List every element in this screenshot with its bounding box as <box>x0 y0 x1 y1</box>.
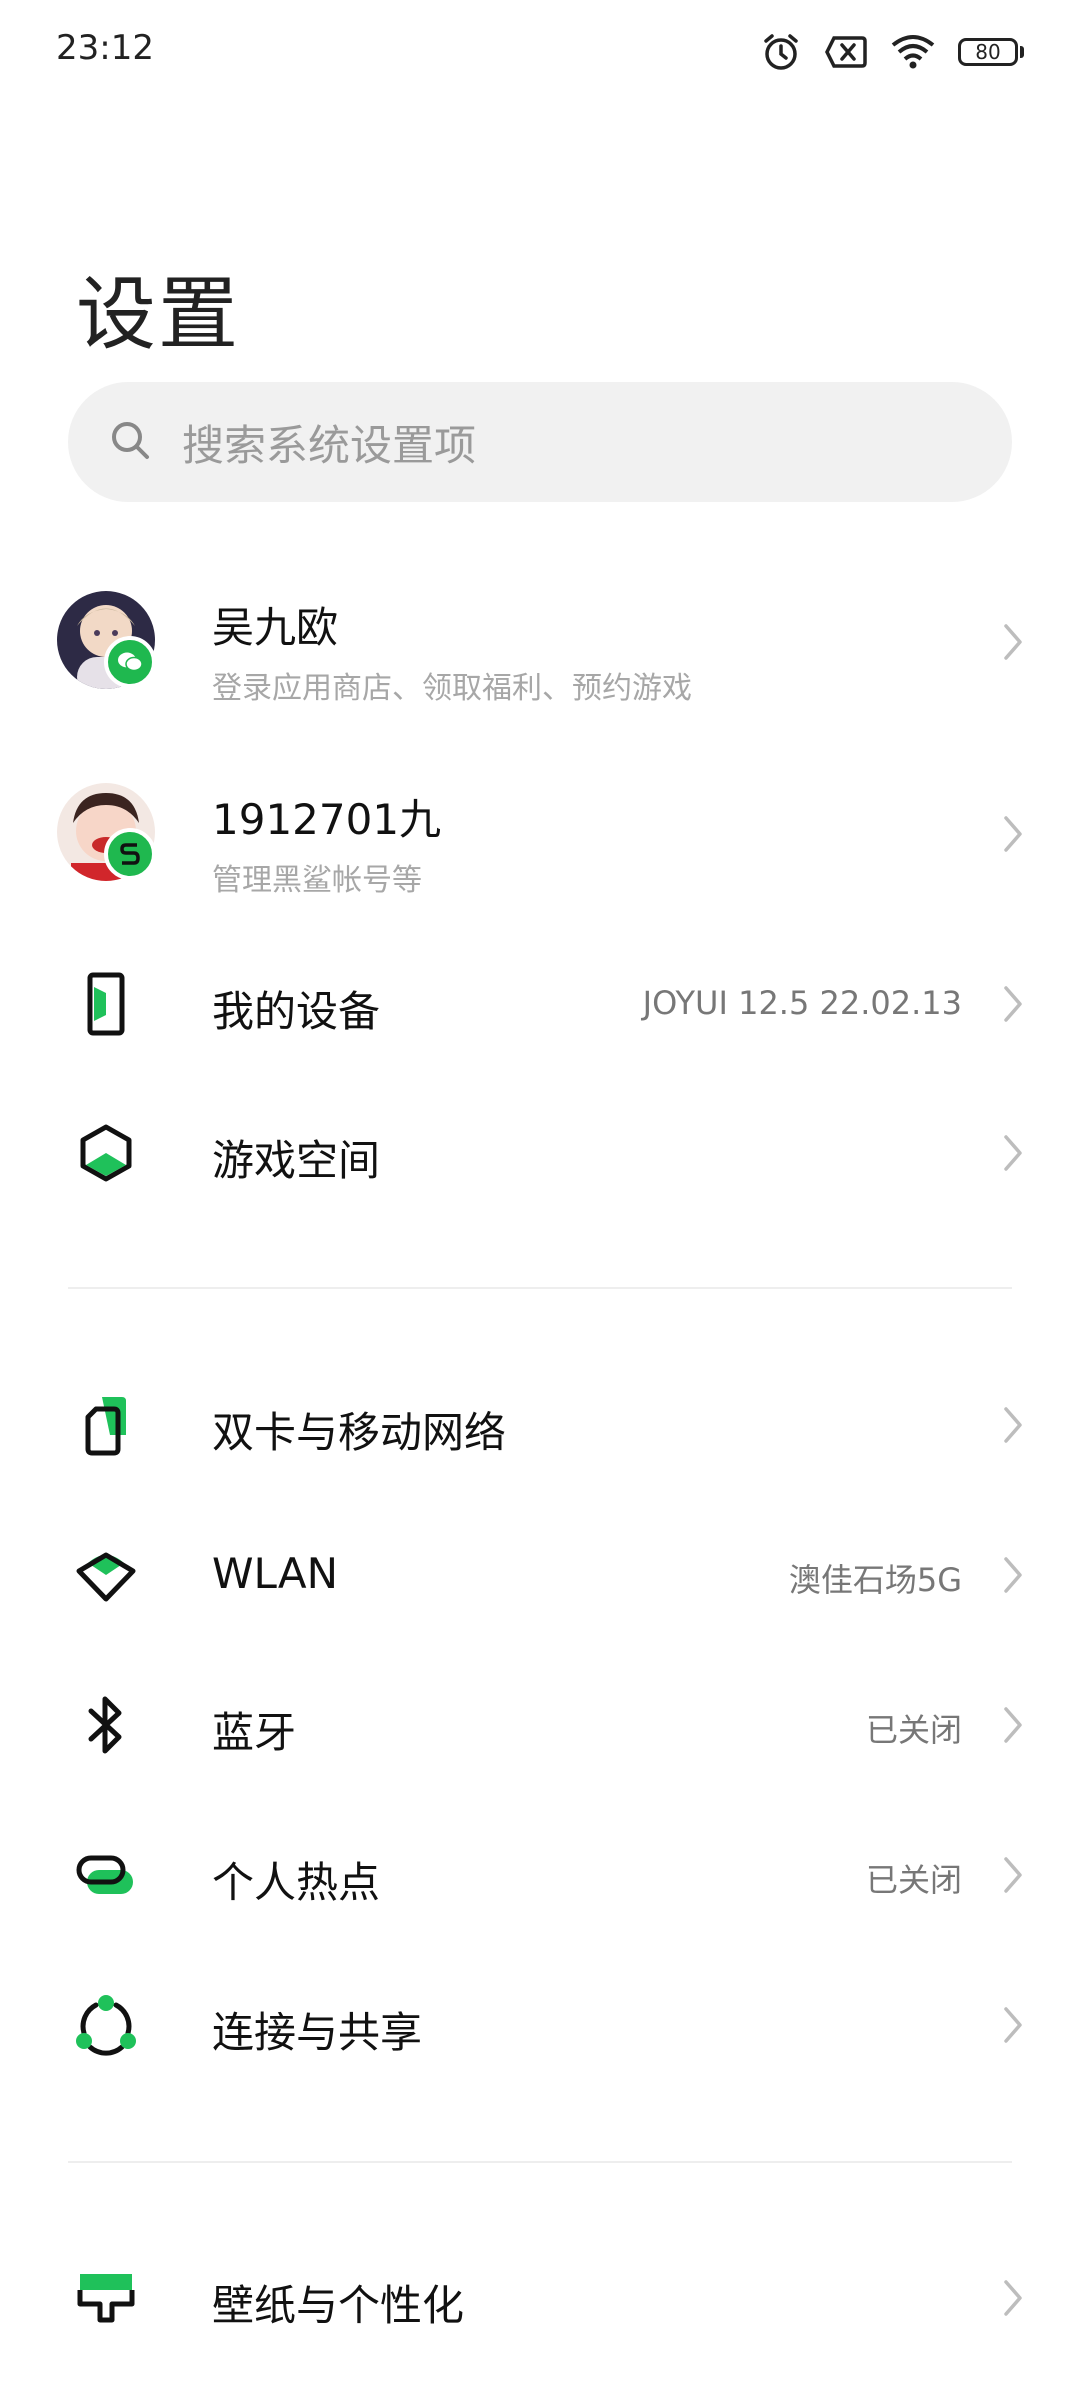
chevron-right-icon <box>1004 1557 1022 1593</box>
chevron-right-icon <box>1004 2007 1022 2043</box>
item-label: 游戏空间 <box>212 1136 381 1185</box>
no-sim-icon <box>824 34 868 70</box>
game-space-icon <box>56 1103 156 1203</box>
page-title: 设置 <box>76 268 240 361</box>
blackshark-icon <box>104 828 156 880</box>
sim-card-icon <box>56 1375 156 1475</box>
chevron-right-icon <box>1004 986 1022 1022</box>
item-value: 已关闭 <box>865 1711 962 1749</box>
wallpaper-row[interactable]: 壁纸与个性化 <box>0 2248 1080 2348</box>
item-value: JOYUI 12.5 22.02.13 <box>642 984 962 1022</box>
item-label: WLAN <box>212 1549 339 1598</box>
account-name: 1912701九 <box>212 795 442 844</box>
item-label: 连接与共享 <box>212 2008 423 2057</box>
game-space-row[interactable]: 游戏空间 <box>0 1103 1080 1203</box>
item-label: 蓝牙 <box>212 1708 297 1757</box>
my-device-row[interactable]: 我的设备 JOYUI 12.5 22.02.13 <box>0 954 1080 1054</box>
search-placeholder: 搜索系统设置项 <box>182 420 477 470</box>
wallpaper-icon <box>56 2248 156 2348</box>
device-icon <box>56 954 156 1054</box>
section-divider <box>68 1287 1012 1289</box>
bluetooth-row[interactable]: 蓝牙 已关闭 <box>0 1675 1080 1775</box>
item-value: 已关闭 <box>865 1861 962 1899</box>
section-divider <box>68 2161 1012 2163</box>
chevron-right-icon <box>1004 2280 1022 2316</box>
connection-share-row[interactable]: 连接与共享 <box>0 1975 1080 2075</box>
chevron-right-icon <box>1004 1707 1022 1743</box>
item-label: 我的设备 <box>212 987 381 1036</box>
status-time: 23:12 <box>56 28 154 68</box>
item-value: 澳佳石场5G <box>788 1561 962 1599</box>
account-name: 吴九欧 <box>212 603 339 652</box>
item-label: 个人热点 <box>212 1858 381 1907</box>
search-icon <box>108 418 152 466</box>
wlan-icon <box>56 1525 156 1625</box>
chevron-right-icon <box>1004 1407 1022 1443</box>
connection-share-icon <box>56 1975 156 2075</box>
account-subtitle: 登录应用商店、领取福利、预约游戏 <box>212 671 692 706</box>
bluetooth-icon <box>56 1675 156 1775</box>
chevron-right-icon <box>1004 1857 1022 1893</box>
chevron-right-icon <box>1004 816 1022 852</box>
wifi-icon <box>890 33 936 71</box>
search-bar[interactable]: 搜索系统设置项 <box>68 382 1012 502</box>
item-label: 壁纸与个性化 <box>212 2281 465 2330</box>
chevron-right-icon <box>1004 1135 1022 1171</box>
sim-network-row[interactable]: 双卡与移动网络 <box>0 1375 1080 1475</box>
status-bar: 23:12 80 <box>0 0 1080 110</box>
status-icons: 80 <box>760 28 1024 76</box>
hotspot-row[interactable]: 个人热点 已关闭 <box>0 1825 1080 1925</box>
hotspot-icon <box>56 1825 156 1925</box>
item-label: 双卡与移动网络 <box>212 1408 507 1457</box>
battery-icon: 80 <box>958 38 1024 66</box>
chevron-right-icon <box>1004 624 1022 660</box>
account-row-wechat[interactable]: 吴九欧 登录应用商店、领取福利、预约游戏 <box>0 580 1080 706</box>
battery-level: 80 <box>958 38 1018 66</box>
account-row-blackshark[interactable]: 1912701九 管理黑鲨帐号等 <box>0 772 1080 898</box>
wlan-row[interactable]: WLAN 澳佳石场5G <box>0 1525 1080 1625</box>
alarm-icon <box>760 31 802 73</box>
account-subtitle: 管理黑鲨帐号等 <box>212 863 422 898</box>
wechat-icon <box>104 636 156 688</box>
